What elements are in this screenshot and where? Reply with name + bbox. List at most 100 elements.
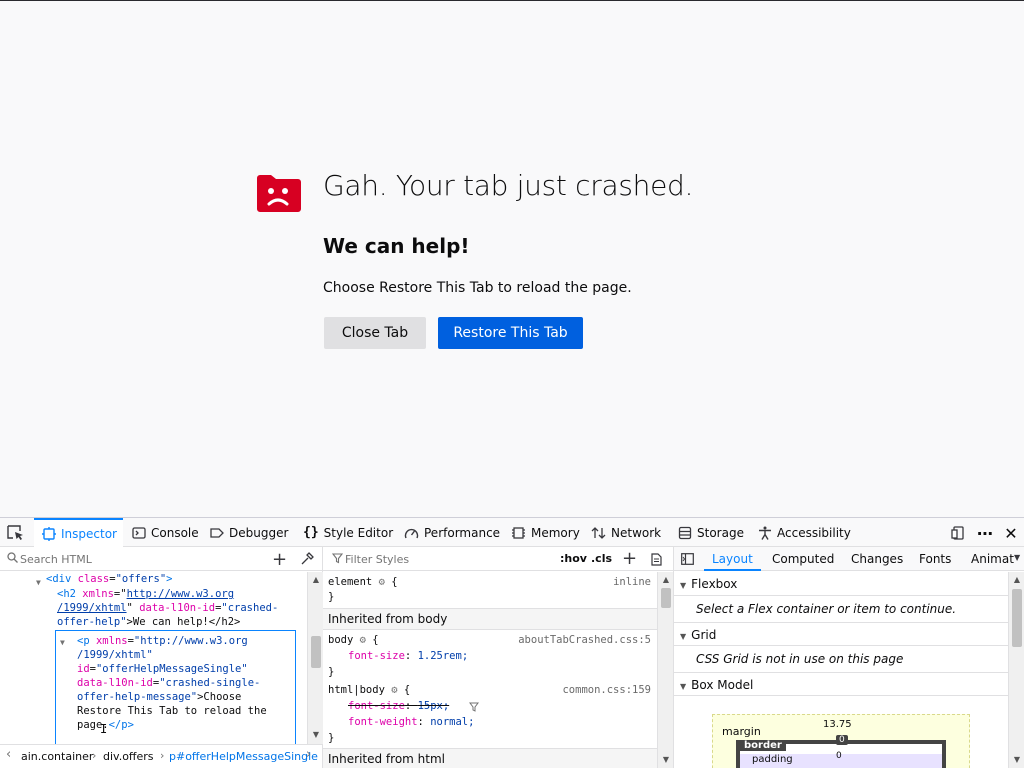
expand-triangle-icon: ▼: [680, 581, 687, 590]
filter-icon[interactable]: [469, 702, 479, 712]
scroll-up-icon[interactable]: ▲: [1012, 575, 1022, 585]
chevron-down-icon[interactable]: ▼: [1014, 553, 1020, 562]
hover-states-button[interactable]: :hov: [560, 552, 587, 565]
body-rule-selector[interactable]: body ⚙ {: [328, 634, 379, 646]
gear-icon[interactable]: ⚙: [391, 684, 397, 696]
attr-url[interactable]: /1999/xhtml: [57, 602, 127, 614]
tab-debugger[interactable]: Debugger: [210, 518, 288, 547]
tab-memory[interactable]: Memory: [511, 518, 580, 547]
element-picker-icon[interactable]: [6, 524, 26, 542]
attr-name: id: [77, 663, 90, 675]
close-devtools-icon[interactable]: ✕: [1001, 523, 1021, 543]
filter-styles-input[interactable]: [345, 550, 545, 568]
classes-button[interactable]: .cls: [591, 552, 612, 565]
html-body-rule-selector[interactable]: html|body ⚙ {: [328, 684, 410, 696]
console-icon: [132, 526, 146, 539]
inspector-icon: [42, 526, 56, 541]
padding-top-value[interactable]: 0: [836, 751, 842, 761]
scroll-down-icon[interactable]: ▼: [661, 755, 671, 765]
inherited-from-html-header: Inherited from html: [323, 748, 657, 768]
tab-label: Network: [611, 525, 662, 540]
css-declaration[interactable]: font-size: 1.25rem;: [348, 650, 468, 662]
tab-performance[interactable]: Performance: [404, 518, 500, 547]
network-icon: [591, 526, 606, 539]
grid-section-header[interactable]: ▼ Grid: [674, 622, 1008, 646]
chevron-left-icon[interactable]: ‹: [6, 747, 11, 762]
p-line-6: Restore This Tab to reload the: [77, 704, 267, 718]
tab-label: Inspector: [61, 526, 117, 541]
breadcrumb-item[interactable]: div.offers: [103, 750, 154, 763]
tab-animations[interactable]: Animat: [971, 547, 1014, 571]
attr-url[interactable]: http://www.w3.org: [127, 588, 234, 600]
toggle-sidebar-icon[interactable]: [681, 553, 694, 565]
scroll-thumb[interactable]: [661, 588, 671, 608]
search-html-input[interactable]: [20, 550, 260, 568]
layout-scrollbar[interactable]: ▲ ▼: [1008, 572, 1024, 768]
grid-note: CSS Grid is not in use on this page: [696, 652, 904, 666]
scroll-up-icon[interactable]: ▲: [311, 575, 321, 585]
tag-name: <p: [77, 635, 90, 647]
tab-storage[interactable]: Storage: [678, 518, 744, 547]
tab-inspector[interactable]: Inspector: [34, 518, 123, 547]
eyedropper-icon[interactable]: [300, 552, 314, 566]
tab-fonts[interactable]: Fonts: [919, 547, 951, 571]
tab-label: Performance: [424, 525, 501, 540]
markup-scrollbar[interactable]: ▲ ▼: [307, 572, 323, 744]
p-line-2: /1999/xhtml": [77, 648, 153, 662]
section-title: Grid: [691, 628, 717, 642]
rules-scrollbar[interactable]: ▲ ▼: [657, 572, 673, 768]
markup-node-div-offers[interactable]: <div class="offers">: [46, 572, 172, 586]
box-model-diagram: margin 13.75 border 0 padding 0: [712, 714, 970, 768]
p-line-1: <p xmlns="http://www.w3.org: [77, 635, 248, 647]
box-model-section-header[interactable]: ▼ Box Model: [674, 672, 1008, 696]
dock-mode-icon[interactable]: [948, 523, 968, 543]
scroll-down-icon[interactable]: ▼: [311, 730, 321, 740]
rules-panel: :hov .cls + element ⚙ { inline } Inherit…: [323, 547, 674, 768]
tab-layout[interactable]: Layout: [704, 547, 761, 571]
add-node-icon[interactable]: +: [272, 549, 287, 570]
flexbox-section-header[interactable]: ▼ Flexbox: [674, 572, 1008, 596]
chevron-right-icon[interactable]: ›: [306, 747, 311, 762]
breadcrumb-item-selected[interactable]: p#offerHelpMessageSingle: [169, 750, 318, 763]
add-rule-icon[interactable]: +: [622, 548, 637, 569]
tab-console[interactable]: Console: [132, 518, 199, 547]
gear-icon[interactable]: ⚙: [360, 634, 366, 646]
gear-icon[interactable]: ⚙: [379, 576, 385, 588]
border-top-value[interactable]: 0: [836, 735, 848, 745]
tab-accessibility[interactable]: Accessibility: [758, 518, 851, 547]
tab-label: Accessibility: [777, 525, 851, 540]
tab-changes[interactable]: Changes: [851, 547, 903, 571]
markup-node-h2[interactable]: <h2 xmlns="http://www.w3.org: [57, 587, 234, 601]
property-value: 15px;: [417, 700, 450, 712]
selected-markup-node[interactable]: ▼ <p xmlns="http://www.w3.org /1999/xhtm…: [55, 630, 296, 744]
html-search-bar: +: [0, 547, 322, 571]
css-declaration[interactable]: font-weight: normal;: [348, 716, 474, 728]
scroll-thumb[interactable]: [311, 636, 321, 668]
scroll-down-icon[interactable]: ▼: [1012, 755, 1022, 765]
padding-label: padding: [752, 754, 793, 765]
element-rule-selector[interactable]: element ⚙ {: [328, 576, 398, 588]
scroll-up-icon[interactable]: ▲: [661, 575, 671, 585]
tag-name: <h2: [57, 588, 76, 600]
tab-style-editor[interactable]: {} Style Editor: [303, 518, 393, 547]
more-options-icon[interactable]: ⋯: [975, 523, 995, 543]
attr-value: "crashed-single-: [159, 677, 261, 689]
tab-computed[interactable]: Computed: [772, 547, 834, 571]
margin-label: margin: [722, 725, 761, 738]
css-declaration-overridden[interactable]: font-size: 15px;: [348, 700, 449, 712]
print-media-icon[interactable]: [651, 553, 662, 566]
expand-triangle-icon[interactable]: ▼: [36, 576, 41, 590]
rule-source-link[interactable]: common.css:159: [562, 684, 651, 696]
tab-network[interactable]: Network: [591, 518, 661, 547]
close-tab-button[interactable]: Close Tab: [324, 317, 426, 349]
rules-toolbar: :hov .cls +: [323, 547, 673, 571]
restore-tab-button[interactable]: Restore This Tab: [438, 317, 583, 349]
expand-triangle-icon[interactable]: ▼: [60, 636, 65, 650]
breadcrumb-item[interactable]: ain.container: [21, 750, 93, 763]
scroll-thumb[interactable]: [1012, 589, 1022, 647]
brace: {: [391, 576, 398, 588]
inherited-from-body-header: Inherited from body: [323, 608, 657, 630]
margin-top-value[interactable]: 13.75: [823, 719, 852, 730]
markup-tree[interactable]: ▼ <div class="offers"> <h2 xmlns="http:/…: [0, 572, 307, 744]
rule-source-link[interactable]: aboutTabCrashed.css:5: [518, 634, 651, 646]
